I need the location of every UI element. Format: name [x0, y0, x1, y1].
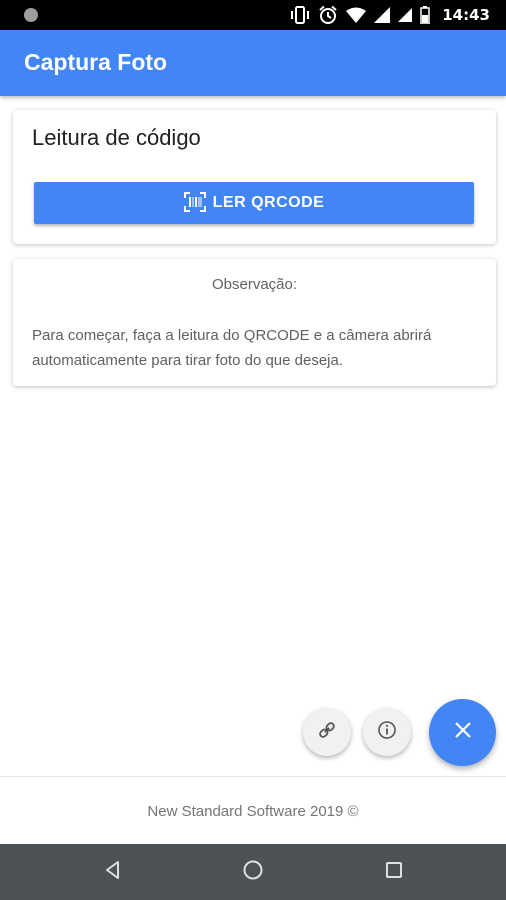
navigation-bar: [0, 844, 506, 900]
app-title: Captura Foto: [24, 49, 168, 75]
note-card: Observação: Para começar, faça a leitura…: [13, 259, 496, 386]
scan-card: Leitura de código LER QRCODE: [13, 110, 496, 244]
alarm-icon: [318, 5, 338, 25]
status-time: 14:43: [442, 6, 490, 24]
close-fab-button[interactable]: [429, 699, 496, 766]
wifi-icon: [346, 7, 367, 23]
battery-icon: [420, 6, 430, 24]
app-bar: Captura Foto: [0, 30, 506, 96]
read-qrcode-button[interactable]: LER QRCODE: [34, 182, 474, 224]
recents-button[interactable]: [380, 858, 408, 886]
status-bar: 14:43: [0, 0, 506, 30]
home-button[interactable]: [239, 858, 267, 886]
barcode-scan-icon: [183, 191, 206, 215]
note-title: Observação:: [211, 276, 298, 293]
info-fab-button[interactable]: [363, 708, 411, 756]
close-icon: [453, 720, 473, 745]
recents-icon: [385, 861, 403, 884]
status-icons: 14:43: [290, 5, 490, 25]
link-icon: [317, 720, 337, 745]
signal-icon: [374, 7, 391, 23]
link-fab-button[interactable]: [303, 708, 351, 756]
back-button[interactable]: [99, 858, 127, 886]
footer: New Standard Software 2019 ©: [0, 776, 506, 844]
note-text: Para começar, faça a leitura do QRCODE e…: [32, 327, 432, 369]
scan-card-title: Leitura de código: [32, 125, 201, 150]
back-icon: [103, 860, 123, 885]
footer-text: New Standard Software 2019 ©: [147, 803, 359, 820]
vibrate-icon: [290, 6, 310, 24]
info-icon: [377, 720, 397, 745]
read-qrcode-label: LER QRCODE: [212, 194, 325, 211]
home-icon: [242, 859, 264, 886]
signal-icon: [398, 8, 413, 22]
notification-dot-icon: [24, 8, 38, 22]
